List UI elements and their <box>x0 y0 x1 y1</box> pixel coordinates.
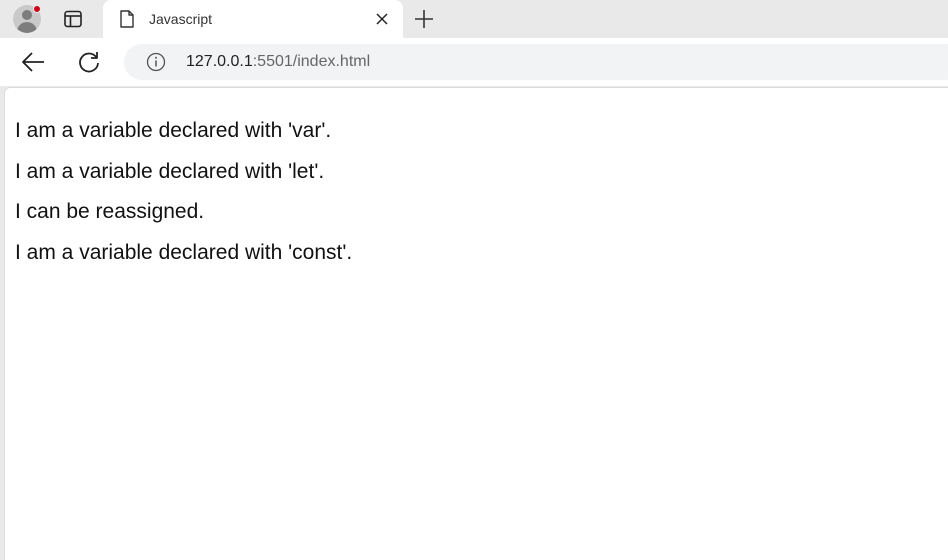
output-line-const: I am a variable declared with 'const'. <box>15 240 353 264</box>
url-path: :5501/index.html <box>252 53 371 70</box>
tab-title: Javascript <box>149 11 213 27</box>
tab-actions-icon[interactable] <box>60 6 86 32</box>
output-line-let: I am a variable declared with 'let'. <box>15 159 325 183</box>
avatar-head <box>22 10 32 20</box>
tab-javascript[interactable]: Javascript <box>103 0 403 39</box>
output-line-var: I am a variable declared with 'var'. <box>15 119 332 142</box>
url-text[interactable]: 127.0.0.1:5501/index.html <box>186 53 370 71</box>
close-icon[interactable] <box>373 10 391 28</box>
avatar-body <box>17 22 37 33</box>
notification-dot <box>33 5 41 13</box>
document-icon <box>119 10 135 28</box>
address-bar[interactable]: 127.0.0.1:5501/index.html <box>124 44 948 80</box>
browser-toolbar: 127.0.0.1:5501/index.html <box>0 38 948 86</box>
page-viewport: I am a variable declared with 'var'. I a… <box>4 87 948 560</box>
url-host: 127.0.0.1 <box>186 53 253 70</box>
tab-strip: Javascript <box>0 0 948 39</box>
back-arrow-icon[interactable] <box>20 50 46 74</box>
info-icon[interactable] <box>146 52 166 72</box>
output-line-reassigned: I can be reassigned. <box>15 200 205 223</box>
reload-icon[interactable] <box>76 49 102 75</box>
plus-icon[interactable] <box>412 7 436 31</box>
page-content: I am a variable declared with 'var'. I a… <box>15 118 352 280</box>
